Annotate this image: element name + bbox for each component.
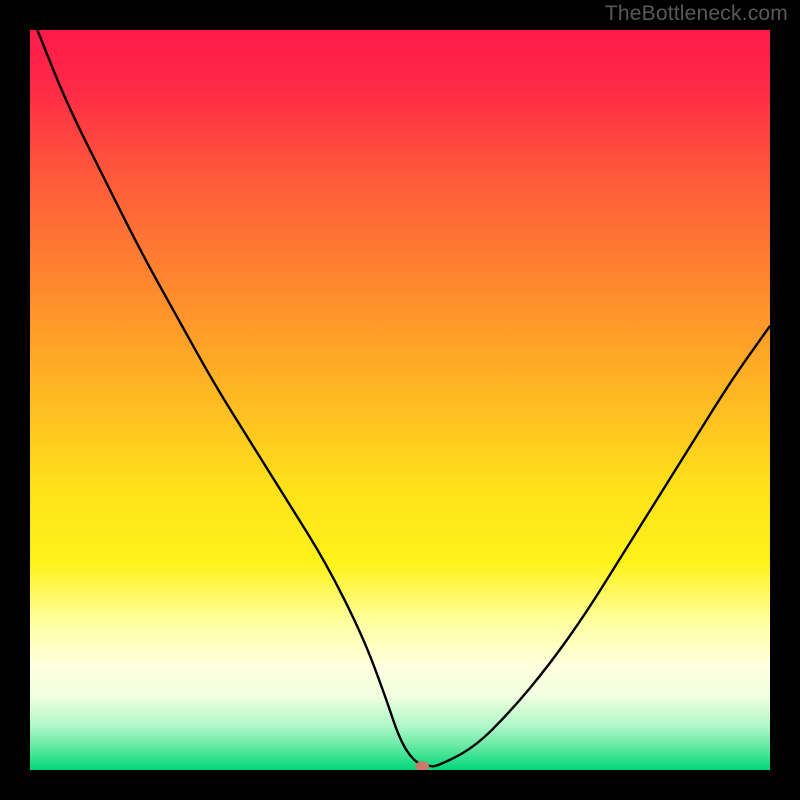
bottleneck-chart xyxy=(30,30,770,770)
gradient-background xyxy=(30,30,770,770)
chart-frame: TheBottleneck.com xyxy=(0,0,800,800)
watermark-text: TheBottleneck.com xyxy=(605,2,788,26)
